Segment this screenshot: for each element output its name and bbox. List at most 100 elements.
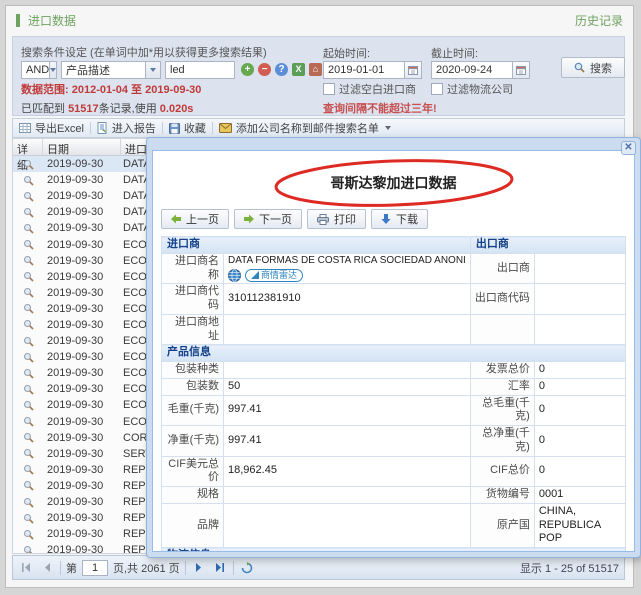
column-header-date[interactable]: 日期 [43, 139, 121, 155]
row-detail-magnifier-icon[interactable] [13, 175, 43, 186]
arrow-right-icon [244, 214, 254, 224]
row-detail-magnifier-icon[interactable] [13, 384, 43, 395]
checkbox-icon[interactable] [323, 83, 335, 95]
net-weight: 997.41 [224, 426, 471, 457]
chevron-down-icon[interactable] [145, 62, 160, 78]
package-type [224, 362, 471, 379]
globe-icon[interactable] [228, 269, 241, 282]
download-icon [381, 214, 391, 224]
total-net-weight: 0 [534, 426, 625, 457]
total-gross-weight: 0 [534, 395, 625, 426]
next-page-icon[interactable] [191, 560, 207, 576]
start-date-input[interactable] [323, 61, 405, 79]
row-detail-magnifier-icon[interactable] [13, 271, 43, 282]
reset-icon[interactable]: ⌂ [309, 63, 322, 76]
importer-name-cell: DATA FORMAS DE COSTA RICA SOCIEDAD ANONI… [224, 253, 471, 284]
exchange-rate: 0 [534, 378, 625, 395]
favorite-button[interactable]: 收藏 [169, 120, 206, 136]
chevron-down-icon[interactable] [49, 62, 56, 78]
history-link[interactable]: 历史记录 [575, 12, 623, 29]
report-icon [97, 122, 108, 134]
cif-usd-total: 18,962.45 [224, 456, 471, 487]
row-detail-magnifier-icon[interactable] [13, 448, 43, 459]
row-detail-magnifier-icon[interactable] [13, 368, 43, 379]
radar-icon [251, 271, 259, 279]
row-detail-magnifier-icon[interactable] [13, 287, 43, 298]
row-detail-magnifier-icon[interactable] [13, 255, 43, 266]
display-range-text: 显示 1 - 25 of 51517 [520, 560, 619, 576]
row-detail-magnifier-icon[interactable] [13, 497, 43, 508]
pagination-bar: 第 页,共 2061 页 显示 1 - 25 of 51517 [12, 555, 625, 580]
refresh-icon[interactable] [239, 560, 255, 576]
importer-address [224, 314, 471, 345]
add-company-to-mail-list-button[interactable]: 添加公司名称到邮件搜索名单 [219, 120, 391, 136]
calendar-icon[interactable] [405, 61, 422, 79]
interval-warning-text: 查询间隔不能超过三年! [323, 100, 437, 116]
grid-toolbar: 导出Excel 进入报告 收藏 添加公司名称到邮件搜索名单 [12, 118, 625, 138]
row-detail-magnifier-icon[interactable] [13, 207, 43, 218]
printer-icon [317, 214, 329, 225]
calendar-icon[interactable] [513, 61, 530, 79]
row-detail-magnifier-icon[interactable] [13, 432, 43, 443]
row-detail-magnifier-icon[interactable] [13, 336, 43, 347]
detail-table: 进口商 出口商 进口商名称 DATA FORMAS DE COSTA RICA … [161, 236, 626, 552]
page-label-prefix: 第 [66, 560, 77, 576]
excel-icon[interactable]: X [292, 63, 305, 76]
modal-body: 哥斯达黎加进口数据 上一页 下一页 打印 下载 [152, 150, 635, 552]
end-date-input[interactable] [431, 61, 513, 79]
print-button[interactable]: 打印 [307, 209, 366, 229]
section-exporter: 出口商 [470, 237, 625, 254]
first-page-icon[interactable] [18, 560, 34, 576]
checkbox-icon[interactable] [431, 83, 443, 95]
row-detail-magnifier-icon[interactable] [13, 319, 43, 330]
row-detail-magnifier-icon[interactable] [13, 159, 43, 170]
row-detail-magnifier-icon[interactable] [13, 480, 43, 491]
keyword-input[interactable] [165, 61, 235, 79]
next-record-button[interactable]: 下一页 [234, 209, 302, 229]
business-radar-badge[interactable]: 商情雷达 [245, 269, 303, 282]
gross-weight: 997.41 [224, 395, 471, 426]
row-detail-magnifier-icon[interactable] [13, 191, 43, 202]
row-detail-magnifier-icon[interactable] [13, 239, 43, 250]
prev-record-button[interactable]: 上一页 [161, 209, 229, 229]
detail-modal: ✕ 哥斯达黎加进口数据 上一页 下一页 打印 [146, 137, 641, 558]
page-title: 进口数据 [28, 12, 76, 29]
mail-icon [219, 123, 232, 133]
add-condition-icon[interactable]: + [241, 63, 254, 76]
row-detail-magnifier-icon[interactable] [13, 513, 43, 524]
bool-operator-select[interactable]: AND [21, 61, 57, 79]
prev-page-icon[interactable] [39, 560, 55, 576]
row-detail-magnifier-icon[interactable] [13, 416, 43, 427]
search-panel: 搜索条件设定 (在单词中加*用以获得更多搜索结果) AND 产品描述 + − ?… [12, 36, 625, 116]
row-detail-magnifier-icon[interactable] [13, 400, 43, 411]
save-icon [169, 123, 180, 134]
modal-title-area: 哥斯达黎加进口数据 [153, 151, 634, 203]
filter-blank-importer-checkbox[interactable]: 过滤空白进口商 [323, 81, 416, 97]
row-detail-magnifier-icon[interactable] [13, 464, 43, 475]
row-detail-magnifier-icon[interactable] [13, 545, 43, 554]
modal-toolbar: 上一页 下一页 打印 下载 [161, 209, 626, 229]
importer-name: DATA FORMAS DE COSTA RICA SOCIEDAD ANONI [228, 255, 466, 268]
row-detail-magnifier-icon[interactable] [13, 352, 43, 363]
search-icon [574, 62, 585, 73]
last-page-icon[interactable] [212, 560, 228, 576]
export-excel-button[interactable]: 导出Excel [19, 120, 84, 136]
filter-logistics-checkbox[interactable]: 过滤物流公司 [431, 81, 513, 97]
search-condition-label: 搜索条件设定 (在单词中加*用以获得更多搜索结果) [21, 44, 267, 60]
specification [224, 487, 471, 504]
page-number-input[interactable] [82, 560, 108, 576]
invoice-total: 0 [534, 362, 625, 379]
search-field-select[interactable]: 产品描述 [61, 61, 161, 79]
column-header-detail[interactable]: 详细 [13, 139, 43, 155]
enter-report-button[interactable]: 进入报告 [97, 120, 156, 136]
row-detail-magnifier-icon[interactable] [13, 529, 43, 540]
page-label-suffix: 页,共 2061 页 [113, 560, 180, 576]
search-button[interactable]: 搜索 [561, 57, 625, 78]
brand [224, 503, 471, 547]
row-detail-magnifier-icon[interactable] [13, 303, 43, 314]
row-detail-magnifier-icon[interactable] [13, 223, 43, 234]
help-icon[interactable]: ? [275, 63, 288, 76]
download-button[interactable]: 下载 [371, 209, 428, 229]
remove-condition-icon[interactable]: − [258, 63, 271, 76]
matched-records-text: 已匹配到 51517条记录,使用 0.020s [21, 100, 193, 116]
